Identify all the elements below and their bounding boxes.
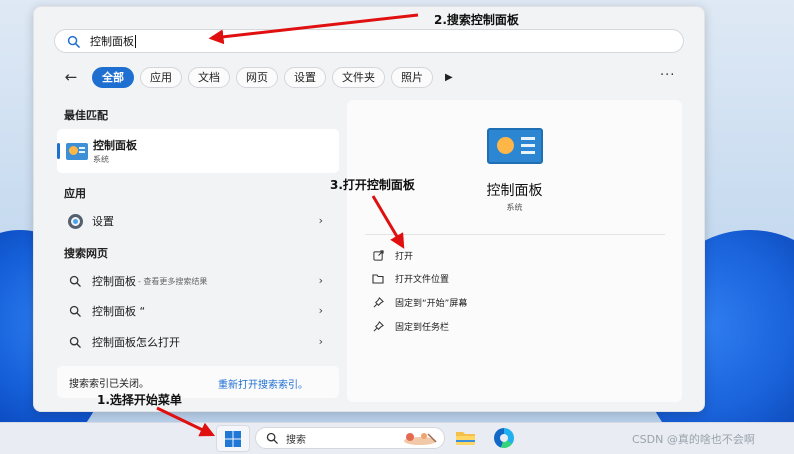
- arrow-step-1: [156, 406, 216, 437]
- arrow-step-2: [208, 13, 419, 45]
- arrow-step-3: [371, 195, 405, 249]
- annotation-arrows: [156, 13, 419, 437]
